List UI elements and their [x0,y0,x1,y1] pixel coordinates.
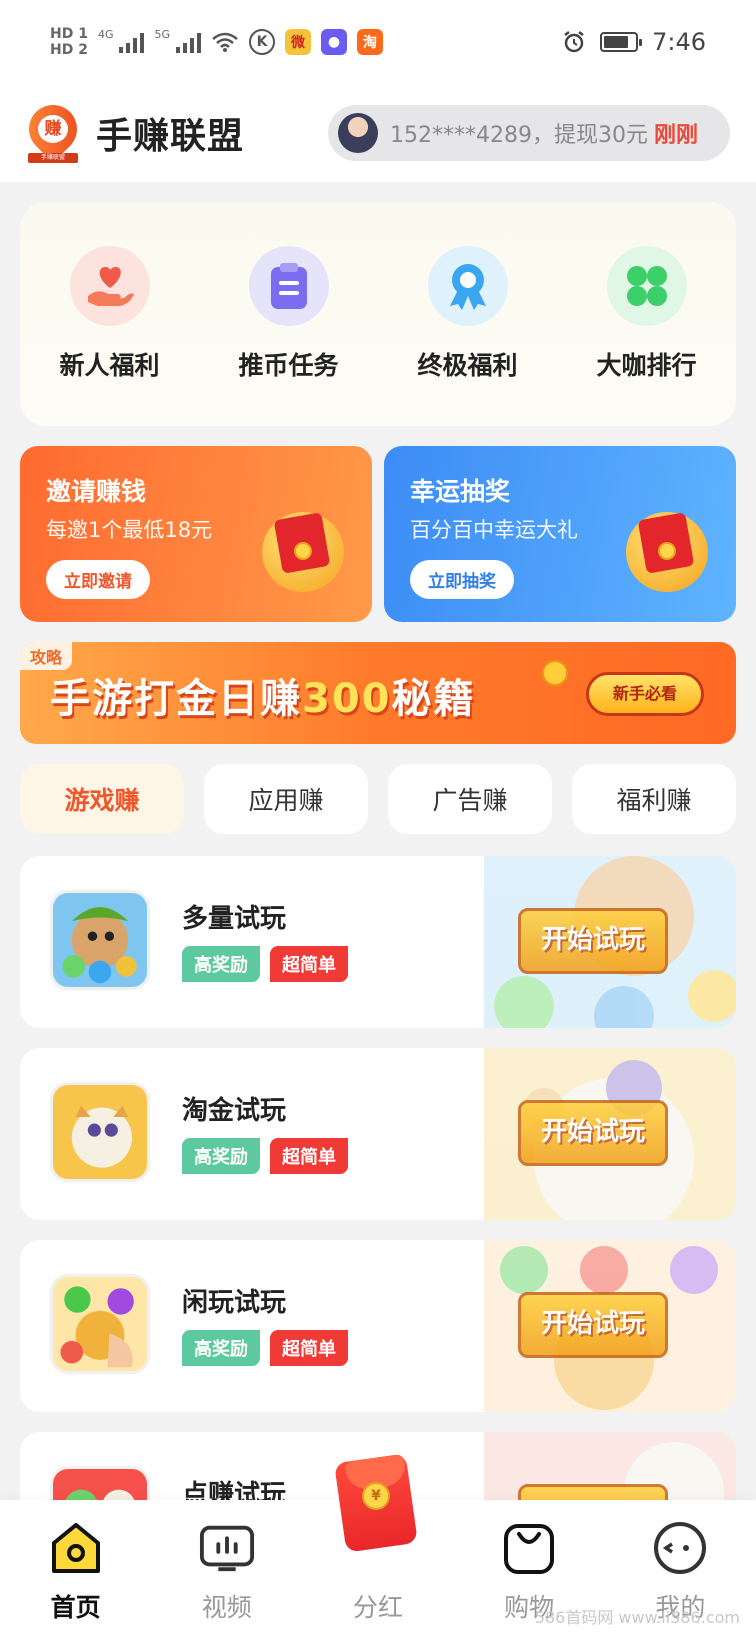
user-avatar [338,113,378,153]
home-icon [48,1520,104,1576]
tab-welfare-earn[interactable]: 福利赚 [572,764,736,834]
nav-home[interactable]: 首页 [16,1520,136,1638]
coin-icon [542,660,568,686]
app-logo: 赚 手赚联盟 [19,95,87,163]
tag-high-reward: 高奖励 [182,1138,260,1174]
alarm-icon [564,31,584,53]
heart-hand-icon [69,246,150,326]
feature-newbie-welfare[interactable]: 新人福利 [35,246,185,426]
battery-icon [600,32,643,52]
tag-high-reward: 高奖励 [182,1330,260,1366]
tag-super-easy: 超简单 [270,946,348,982]
ticker-time: 刚刚 [653,123,698,148]
tag-high-reward: 高奖励 [182,946,260,982]
signal-icon [176,31,202,53]
weibo-app-icon: 微 [285,29,312,55]
shopping-bag-icon [501,1520,557,1576]
k-app-icon: K [249,29,276,55]
game-icon-xianwan [50,1274,150,1374]
network-type-1: 4G [97,28,114,41]
gift-egg-icon [620,496,712,592]
browser-app-icon: ● [321,29,348,55]
tv-icon [199,1520,255,1576]
nav-video[interactable]: 视频 [167,1520,287,1638]
feature-coin-task[interactable]: 推币任务 [214,246,364,426]
start-trial-button[interactable]: 开始试玩 [518,908,668,974]
start-trial-button[interactable]: 开始试玩 [518,1292,668,1358]
game-icon-taojin [50,1082,150,1182]
tag-super-easy: 超简单 [270,1330,348,1366]
category-tabs: 游戏赚 应用赚 广告赚 福利赚 [20,764,736,836]
strategy-banner[interactable]: 攻略 手游打金日赚300秘籍 新手必看 [20,642,736,744]
gift-egg-icon [256,496,348,592]
ticker-text: 152****4289，提现30元 [390,123,648,148]
medal-icon [427,246,508,326]
wifi-icon [212,32,238,52]
game-card[interactable]: 淘金试玩 高奖励 超简单 开始试玩 [20,1048,736,1220]
invite-promo-card[interactable]: 邀请赚钱 每邀1个最低18元 立即邀请 [20,446,372,622]
hd-indicator: HD 1 HD 2 [50,26,88,58]
clipboard-icon [248,246,329,326]
draw-now-button[interactable]: 立即抽奖 [410,560,514,599]
red-envelope-icon[interactable]: ¥ [334,1453,418,1558]
game-card[interactable]: 闲玩试玩 高奖励 超简单 开始试玩 [20,1240,736,1412]
quick-features-panel: 新人福利 推币任务 终极福利 大咖排行 [20,202,736,426]
tab-game-earn[interactable]: 游戏赚 [20,764,184,834]
clover-icon [606,246,687,326]
tab-app-earn[interactable]: 应用赚 [204,764,368,834]
profile-face-icon [652,1520,708,1576]
taobao-app-icon: 淘 [357,29,384,55]
network-type-2: 5G [154,28,171,41]
clock: 7:46 [652,28,706,56]
feature-ultimate-welfare[interactable]: 终极福利 [393,246,543,426]
banner-headline: 手游打金日赚300秘籍 [50,676,476,722]
game-name: 淘金试玩 [182,1096,287,1126]
game-card[interactable]: 多量试玩 高奖励 超简单 开始试玩 [20,856,736,1028]
lottery-promo-card[interactable]: 幸运抽奖 百分百中幸运大礼 立即抽奖 [384,446,736,622]
app-header: 赚 手赚联盟 手赚联盟 152****4289，提现30元 刚刚 [0,84,756,182]
withdraw-ticker[interactable]: 152****4289，提现30元 刚刚 [328,105,730,161]
invite-now-button[interactable]: 立即邀请 [46,560,150,599]
app-title: 手赚联盟 [96,116,245,157]
game-icon-duoliang [50,890,150,990]
game-name: 闲玩试玩 [182,1288,287,1318]
tag-super-easy: 超简单 [270,1138,348,1174]
tab-ad-earn[interactable]: 广告赚 [388,764,552,834]
game-name: 多量试玩 [182,904,287,934]
beginner-guide-button[interactable]: 新手必看 [586,672,704,716]
feature-top-ranking[interactable]: 大咖排行 [572,246,722,426]
status-bar: HD 1 HD 2 4G 5G K 微 ● 淘 7:46 [0,0,756,84]
watermark: 586首码网 www.li586.com [534,1608,740,1627]
signal-icon [119,31,145,53]
start-trial-button[interactable]: 开始试玩 [518,1100,668,1166]
